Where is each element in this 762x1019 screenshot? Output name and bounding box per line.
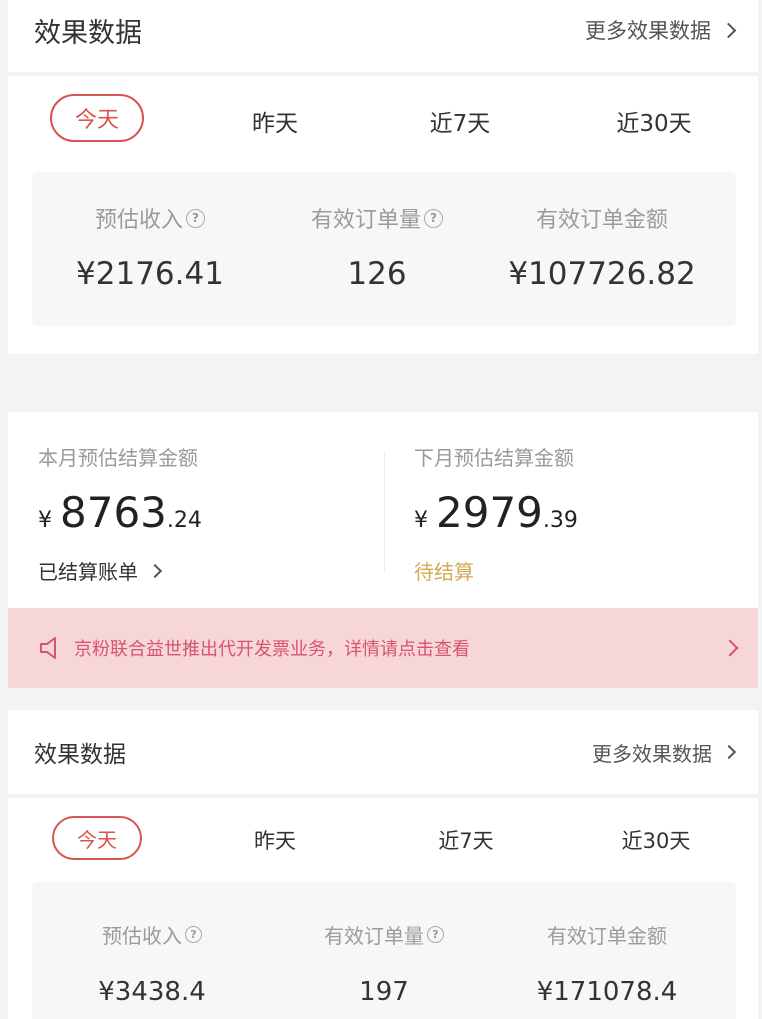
tab-label: 今天 <box>77 827 117 852</box>
this-month-amount: ¥ 8763 .24 <box>38 488 202 537</box>
amount-integer: 8763 <box>60 488 167 537</box>
tab-label: 近30天 <box>616 111 692 137</box>
section1-header: 效果数据 更多效果数据 <box>8 0 758 72</box>
tab-7days[interactable]: 近7天 <box>418 825 514 855</box>
stat-value: ¥107726.82 <box>508 256 696 292</box>
this-month-label: 本月预估结算金额 <box>38 446 198 470</box>
section2-header: 效果数据 更多效果数据 <box>8 710 758 794</box>
stat-valid-order-amount[interactable]: 有效订单金额 ¥107726.82 <box>492 202 712 292</box>
stat-value: ¥3438.4 <box>98 977 206 1007</box>
stat-label: 有效订单金额 <box>535 208 668 233</box>
tab-label: 昨天 <box>252 111 298 137</box>
currency-symbol: ¥ <box>38 508 52 533</box>
chevron-right-icon <box>720 22 737 38</box>
stat-valid-orders[interactable]: 有效订单量 ? 126 <box>282 202 472 292</box>
next-month-label: 下月预估结算金额 <box>414 446 574 470</box>
tab-label: 近7天 <box>438 829 494 853</box>
stat-label: 预估收入 <box>94 208 183 233</box>
stat-value: 126 <box>347 256 407 292</box>
notice-text: 京粉联合益世推出代开发票业务，详情请点击查看 <box>74 639 470 660</box>
stat-valid-order-amount[interactable]: 有效订单金额 ¥171078.4 <box>512 920 702 1007</box>
section2-title: 效果数据 <box>34 742 126 768</box>
amount-decimal: .39 <box>542 508 578 533</box>
help-icon[interactable]: ? <box>424 208 443 228</box>
help-icon[interactable]: ? <box>427 926 444 943</box>
section1-body: 今天 昨天 近7天 近30天 预估收入 ? ¥2176.41 有效订单量 ? 1… <box>8 76 758 354</box>
section1-more-label: 更多效果数据 <box>585 19 711 43</box>
chevron-right-icon <box>721 639 739 657</box>
next-month-amount: ¥ 2979 .39 <box>414 488 578 537</box>
chevron-right-icon <box>721 744 737 760</box>
currency-symbol: ¥ <box>414 508 428 533</box>
stat-value: ¥2176.41 <box>76 256 224 292</box>
notice-banner[interactable]: 京粉联合益世推出代开发票业务，详情请点击查看 <box>8 608 758 688</box>
settlement-panel: 本月预估结算金额 ¥ 8763 .24 已结算账单 下月预估结算金额 ¥ 297… <box>8 412 758 608</box>
speaker-icon <box>40 637 56 659</box>
tab-yesterday[interactable]: 昨天 <box>230 104 320 138</box>
section1-title: 效果数据 <box>34 17 142 49</box>
amount-decimal: .24 <box>166 508 202 533</box>
tab-30days[interactable]: 近30天 <box>604 825 708 855</box>
tab-label: 近30天 <box>621 829 691 853</box>
chevron-right-icon <box>147 563 163 578</box>
stat-label: 有效订单金额 <box>547 924 667 948</box>
stat-label: 有效订单量 <box>324 924 424 948</box>
section2-more-label: 更多效果数据 <box>592 741 712 766</box>
stat-label: 有效订单量 <box>310 208 421 233</box>
section2-body: 今天 昨天 近7天 近30天 预估收入 ? ¥3438.4 有效订单量 ? 19… <box>8 798 758 1019</box>
tab-label: 昨天 <box>254 829 296 853</box>
stat-estimated-income[interactable]: 预估收入 ? ¥2176.41 <box>52 202 248 292</box>
section2-more-link[interactable]: 更多效果数据 <box>592 738 737 767</box>
tab-7days[interactable]: 近7天 <box>412 104 508 138</box>
stat-label: 预估收入 <box>102 924 182 948</box>
tab-yesterday[interactable]: 昨天 <box>230 825 320 855</box>
tab-today[interactable]: 今天 <box>50 94 144 142</box>
settled-bill-link[interactable]: 已结算账单 <box>38 556 163 585</box>
section2-stats: 预估收入 ? ¥3438.4 有效订单量 ? 197 有效订单金额 ¥17107… <box>32 882 736 1019</box>
stat-valid-orders[interactable]: 有效订单量 ? 197 <box>294 920 474 1007</box>
tab-label: 近7天 <box>429 111 491 137</box>
settled-bill-label: 已结算账单 <box>38 560 138 584</box>
section1-more-link[interactable]: 更多效果数据 <box>585 15 737 45</box>
pending-status: 待结算 <box>414 560 474 584</box>
stat-estimated-income[interactable]: 预估收入 ? ¥3438.4 <box>62 920 242 1007</box>
stat-value: 197 <box>359 977 409 1007</box>
help-icon[interactable]: ? <box>185 926 202 943</box>
tab-today[interactable]: 今天 <box>52 816 142 860</box>
help-icon[interactable]: ? <box>186 208 205 228</box>
section1-stats: 预估收入 ? ¥2176.41 有效订单量 ? 126 有效订单金额 ¥1077… <box>32 172 736 326</box>
stat-value: ¥171078.4 <box>536 977 678 1007</box>
amount-integer: 2979 <box>436 488 543 537</box>
tab-label: 今天 <box>74 108 119 133</box>
divider <box>384 452 385 572</box>
tab-30days[interactable]: 近30天 <box>602 104 706 138</box>
